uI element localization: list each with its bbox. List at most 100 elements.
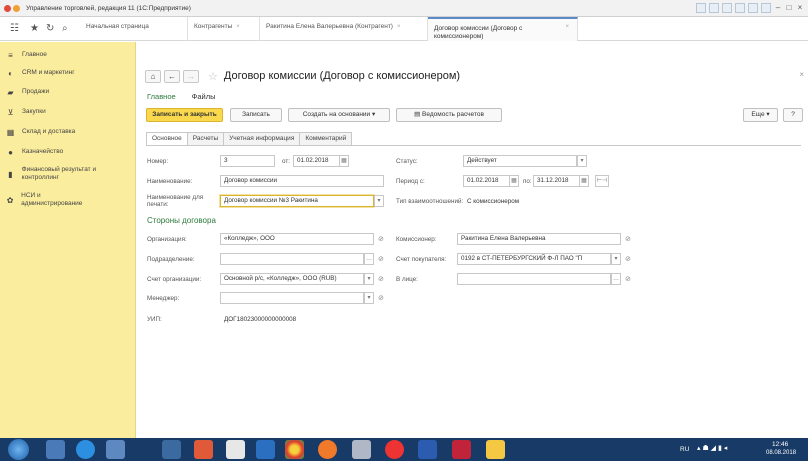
calendar-icon[interactable]: ▦ xyxy=(509,175,519,187)
dropdown-icon[interactable]: ▾ xyxy=(374,195,384,207)
app-menu-icon[interactable] xyxy=(4,4,11,12)
tab-accounting[interactable]: Учетная информация xyxy=(223,132,301,145)
calendar-icon[interactable]: ▦ xyxy=(339,155,349,167)
favorite-star-icon[interactable]: ☆ xyxy=(208,70,218,83)
calendar-icon[interactable]: ▦ xyxy=(579,175,589,187)
open-link-icon[interactable]: ⊘ xyxy=(378,255,384,263)
presentation-icon[interactable] xyxy=(194,440,213,459)
app-icon[interactable] xyxy=(352,440,371,459)
chrome-icon[interactable] xyxy=(285,440,304,459)
org-account-field[interactable]: Основной р/с, «Колледж», ООО (RUB) xyxy=(220,273,364,285)
browser-icon[interactable] xyxy=(76,440,95,459)
app-icon[interactable] xyxy=(46,440,65,459)
sidebar-item-crm[interactable]: ◐ CRM и маркетинг xyxy=(6,69,75,78)
dropdown-icon[interactable]: ▾ xyxy=(611,253,621,265)
period-from-field[interactable]: 01.02.2018 xyxy=(463,175,509,187)
close-tab-icon[interactable]: × xyxy=(565,23,569,31)
sidebar-item-purchases[interactable]: ⊻ Закупки xyxy=(6,108,46,117)
date-field[interactable]: 01.02.2018 xyxy=(293,155,339,167)
word-icon[interactable] xyxy=(418,440,437,459)
1c-icon[interactable] xyxy=(486,440,505,459)
open-link-icon[interactable]: ⊘ xyxy=(378,235,384,243)
help-button[interactable]: ? xyxy=(783,108,803,122)
close-form-icon[interactable]: × xyxy=(799,70,804,79)
open-link-icon[interactable]: ⊘ xyxy=(625,275,631,283)
forward-button[interactable]: → xyxy=(183,69,199,83)
tool-icon[interactable] xyxy=(696,3,706,13)
sidebar-item-label: Закупки xyxy=(22,108,46,115)
tool-icon[interactable] xyxy=(761,3,771,13)
minimize-icon[interactable]: – xyxy=(774,3,782,13)
tab-settlements[interactable]: Расчеты xyxy=(186,132,225,145)
select-icon[interactable]: … xyxy=(364,253,374,265)
tab-contract[interactable]: Договор комиссии (Договор с комиссионеро… xyxy=(428,17,578,41)
print-name-field[interactable]: Договор комиссии №3 Ракитина xyxy=(220,195,374,207)
period-to-field[interactable]: 31.12.2018 xyxy=(533,175,579,187)
tray-icons[interactable]: ▴ ☗ ◢ ▮ ◂ xyxy=(697,444,727,452)
section-link-main[interactable]: Главное xyxy=(147,92,176,101)
language-indicator[interactable]: RU xyxy=(680,446,689,453)
sidebar-item-main[interactable]: ≡ Главное xyxy=(6,51,47,60)
app-icon[interactable] xyxy=(162,440,181,459)
opera-icon[interactable] xyxy=(385,440,404,459)
person-field[interactable] xyxy=(457,273,611,285)
number-field[interactable]: 3 xyxy=(220,155,275,167)
create-based-button[interactable]: Создать на основании ▾ xyxy=(288,108,390,122)
sidebar-item-sales[interactable]: ▰ Продажи xyxy=(6,88,49,97)
manager-field[interactable] xyxy=(220,292,364,304)
status-field[interactable]: Действует xyxy=(463,155,577,167)
agent-field[interactable]: Ракитина Елена Валерьевна xyxy=(457,233,621,245)
period-select-icon[interactable]: ⊢⊣ xyxy=(595,175,609,187)
dropdown-icon[interactable]: ▾ xyxy=(577,155,587,167)
tab-contractors[interactable]: Контрагенты × xyxy=(188,17,260,41)
media-icon[interactable] xyxy=(256,440,275,459)
tool-icon[interactable] xyxy=(748,3,758,13)
open-link-icon[interactable]: ⊘ xyxy=(625,235,631,243)
start-button-icon[interactable] xyxy=(8,439,29,460)
close-tab-icon[interactable]: × xyxy=(236,24,240,30)
tab-comment[interactable]: Комментарий xyxy=(299,132,353,145)
more-button[interactable]: Еще ▾ xyxy=(743,108,778,122)
tab-home[interactable]: Начальная страница xyxy=(80,17,188,41)
tab-label: Контрагенты xyxy=(194,23,233,30)
files-icon[interactable] xyxy=(226,440,245,459)
name-field[interactable]: Договор комиссии xyxy=(220,175,384,187)
sidebar-item-warehouse[interactable]: ▦ Склад и доставка xyxy=(6,128,76,137)
buyer-account-field[interactable]: 0192 в СТ-ПЕТЕРБУРГСКИЙ Ф-Л ПАО "П xyxy=(457,253,611,265)
tool-icon[interactable] xyxy=(709,3,719,13)
dropdown-icon[interactable]: ▾ xyxy=(364,292,374,304)
select-icon[interactable]: … xyxy=(611,273,621,285)
sidebar-item-finance[interactable]: ▮ Финансовый результат и контроллинг xyxy=(6,166,131,182)
save-button[interactable]: Записать xyxy=(230,108,282,122)
sidebar-item-treasury[interactable]: ● Казначейство xyxy=(6,148,63,157)
dropdown-icon[interactable]: ▾ xyxy=(364,273,374,285)
division-field[interactable] xyxy=(220,253,364,265)
search-icon[interactable]: ⌕ xyxy=(62,23,68,34)
clock-time[interactable]: 12:46 xyxy=(772,441,788,448)
firefox-icon[interactable] xyxy=(318,440,337,459)
close-tab-icon[interactable]: × xyxy=(397,24,401,30)
favorites-icon[interactable]: ★ xyxy=(30,23,39,34)
tab-main[interactable]: Основное xyxy=(146,132,188,145)
open-link-icon[interactable]: ⊘ xyxy=(378,275,384,283)
period-to-label: по: xyxy=(523,178,532,185)
tool-icon[interactable] xyxy=(735,3,745,13)
open-link-icon[interactable]: ⊘ xyxy=(625,255,631,263)
close-icon[interactable]: × xyxy=(796,3,804,13)
app-icon[interactable] xyxy=(452,440,471,459)
home-icon[interactable]: ⌂ xyxy=(145,69,161,83)
maximize-icon[interactable]: □ xyxy=(785,3,793,13)
explorer-icon[interactable] xyxy=(106,440,125,459)
statement-button[interactable]: ▤ Ведомость расчетов xyxy=(396,108,502,122)
org-field[interactable]: «Колледж», ООО xyxy=(220,233,374,245)
sidebar-item-admin[interactable]: ✿ НСИ и администрирование xyxy=(6,192,96,208)
tab-contractor-card[interactable]: Ракитина Елена Валерьевна (Контрагент) × xyxy=(260,17,428,41)
grid-menu-icon[interactable]: ☷ xyxy=(10,23,19,34)
open-link-icon[interactable]: ⊘ xyxy=(378,294,384,302)
section-link-files[interactable]: Файлы xyxy=(192,92,216,101)
tool-icon[interactable] xyxy=(722,3,732,13)
save-close-button[interactable]: Записать и закрыть xyxy=(146,108,223,122)
back-button[interactable]: ← xyxy=(164,69,180,83)
clock-date[interactable]: 08.08.2018 xyxy=(766,450,796,456)
history-icon[interactable]: ↻ xyxy=(46,23,54,34)
